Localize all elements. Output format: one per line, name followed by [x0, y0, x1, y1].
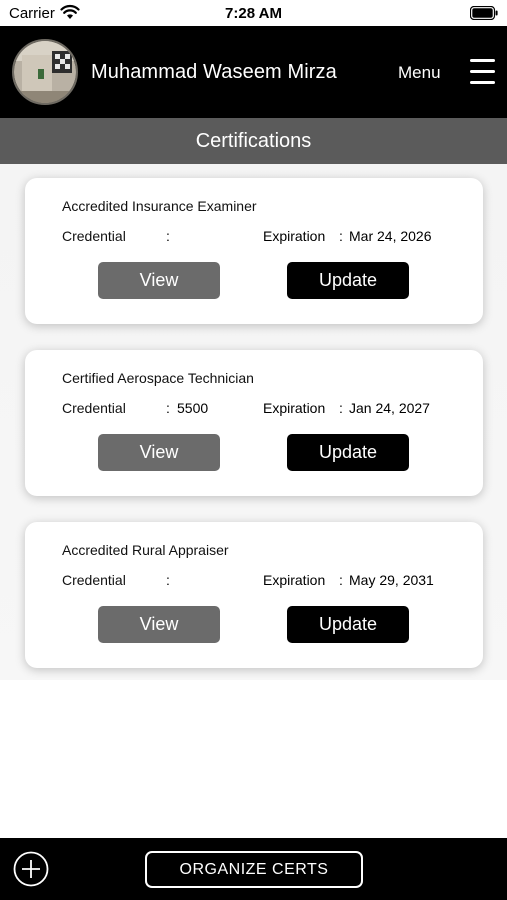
expiration-label: Expiration — [263, 400, 326, 416]
hamburger-menu-icon[interactable] — [470, 59, 495, 85]
avatar-image — [14, 41, 76, 103]
expiration-colon: : — [339, 400, 343, 416]
credential-colon: : — [166, 400, 170, 416]
menu-label[interactable]: Menu — [398, 63, 441, 83]
credential-label: Credential — [62, 400, 126, 416]
credential-label: Credential — [62, 572, 126, 588]
avatar[interactable] — [12, 39, 78, 105]
update-button[interactable]: Update — [287, 606, 409, 643]
certification-card: Accredited Insurance Examiner Credential… — [25, 178, 483, 324]
view-button[interactable]: View — [98, 262, 220, 299]
page-title: Certifications — [195, 130, 312, 152]
user-name: Muhammad Waseem Mirza — [91, 61, 337, 83]
page-title-bar: Certifications — [0, 118, 507, 164]
app-header: Muhammad Waseem Mirza Menu — [0, 26, 507, 118]
certification-card: Certified Aerospace Technician Credentia… — [25, 350, 483, 496]
update-button[interactable]: Update — [287, 262, 409, 299]
expiration-label: Expiration — [263, 572, 326, 588]
battery-icon — [470, 6, 498, 20]
status-time: 7:28 AM — [225, 5, 282, 22]
expiration-value: May 29, 2031 — [349, 572, 434, 588]
view-button[interactable]: View — [98, 434, 220, 471]
credential-colon: : — [166, 228, 170, 244]
view-button[interactable]: View — [98, 606, 220, 643]
expiration-colon: : — [339, 228, 343, 244]
certification-card: Accredited Rural Appraiser Credential : … — [25, 522, 483, 668]
expiration-label: Expiration — [263, 228, 326, 244]
certification-title: Accredited Rural Appraiser — [62, 542, 229, 558]
expiration-colon: : — [339, 572, 343, 588]
expiration-value: Mar 24, 2026 — [349, 228, 432, 244]
update-button[interactable]: Update — [287, 434, 409, 471]
expiration-value: Jan 24, 2027 — [349, 400, 430, 416]
credential-label: Credential — [62, 228, 126, 244]
add-icon[interactable] — [13, 851, 49, 887]
status-bar: Carrier 7:28 AM — [0, 0, 507, 26]
bottom-toolbar: ORGANIZE CERTS — [0, 838, 507, 900]
credential-colon: : — [166, 572, 170, 588]
credential-value: 5500 — [177, 400, 209, 416]
certification-title: Certified Aerospace Technician — [62, 370, 254, 386]
organize-certs-button[interactable]: ORGANIZE CERTS — [145, 851, 363, 888]
certification-title: Accredited Insurance Examiner — [62, 198, 257, 214]
